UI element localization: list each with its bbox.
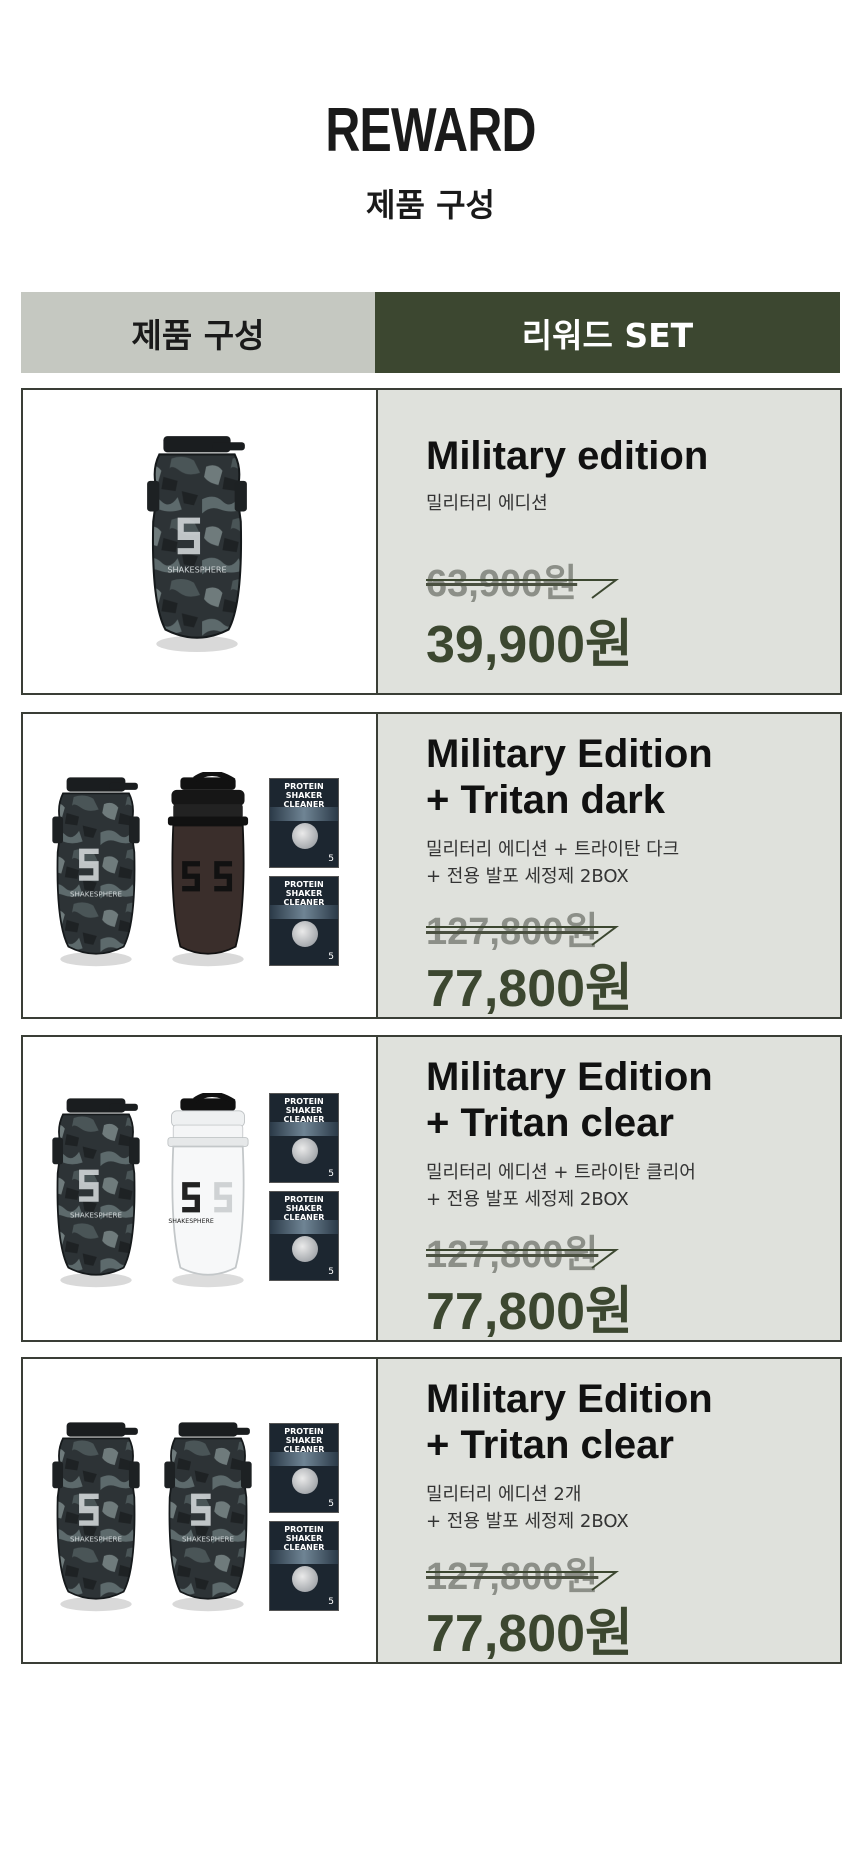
product-description: 밀리터리 에디션 [426, 493, 548, 514]
strike-arrow-icon [426, 579, 619, 599]
product-image-cell: PROTEIN SHAKER CLEANER 5 PROTEIN SHAKER C… [23, 1359, 378, 1662]
cleaner-box-image: PROTEIN SHAKER CLEANER 5 [269, 876, 339, 966]
camo-bottle-image [159, 1417, 257, 1613]
table-header-composition: 제품 구성 [21, 292, 375, 373]
product-image-cell: PROTEIN SHAKER CLEANER 5 PROTEIN SHAKER C… [23, 1037, 378, 1340]
reward-row[interactable]: PROTEIN SHAKER CLEANER 5 PROTEIN SHAKER C… [21, 712, 842, 1019]
product-name-line2: + Tritan clear [426, 1423, 674, 1467]
table-header: 제품 구성 리워드 SET [21, 292, 840, 373]
camo-bottle-image [47, 1417, 145, 1613]
reward-info-cell: Military Edition + Tritan clear 밀리터리 에디션… [378, 1359, 840, 1663]
table-header-reward-set: 리워드 SET [375, 292, 840, 373]
product-description-line2: + 전용 발포 세정제 2BOX [426, 1511, 629, 1532]
product-name-line1: Military Edition [426, 732, 713, 776]
product-description-line2: + 전용 발포 세정제 2BOX [426, 1189, 629, 1210]
reward-row[interactable]: PROTEIN SHAKER CLEANER 5 PROTEIN SHAKER C… [21, 1035, 842, 1342]
reward-title: REWARD [325, 96, 536, 165]
clear-tritan-bottle-image [159, 1093, 257, 1289]
product-name-line2: + Tritan clear [426, 1101, 674, 1145]
product-image-cell: PROTEIN SHAKER CLEANER 5 PROTEIN SHAKER C… [23, 714, 378, 1017]
camo-bottle-image [141, 430, 253, 654]
reward-row[interactable]: Military edition 밀리터리 에디션 63,900원 39,900… [21, 388, 842, 695]
product-name-line1: Military Edition [426, 1377, 713, 1421]
reward-row[interactable]: PROTEIN SHAKER CLEANER 5 PROTEIN SHAKER C… [21, 1357, 842, 1664]
reward-subtitle: 제품 구성 [366, 186, 495, 224]
product-description-line1: 밀리터리 에디션 + 트라이탄 클리어 [426, 1162, 696, 1183]
strike-arrow-icon [426, 1571, 619, 1591]
product-image-cell [23, 390, 378, 693]
cleaner-box-image: PROTEIN SHAKER CLEANER 5 [269, 778, 339, 868]
product-name-line2: + Tritan dark [426, 778, 665, 822]
camo-bottle-image [47, 1093, 145, 1289]
cleaner-box-image: PROTEIN SHAKER CLEANER 5 [269, 1423, 339, 1513]
product-description-line2: + 전용 발포 세정제 2BOX [426, 866, 629, 887]
product-description-line1: 밀리터리 에디션 2개 [426, 1484, 582, 1505]
cleaner-box-image: PROTEIN SHAKER CLEANER 5 [269, 1521, 339, 1611]
product-description-line1: 밀리터리 에디션 + 트라이탄 다크 [426, 839, 680, 860]
product-name: Military edition [426, 434, 709, 478]
reward-info-cell: Military Edition + Tritan clear 밀리터리 에디션… [378, 1037, 840, 1341]
reward-price: 77,800원 [426, 1283, 633, 1341]
reward-price: 77,800원 [426, 960, 633, 1018]
reward-info-cell: Military edition 밀리터리 에디션 63,900원 39,900… [378, 390, 840, 693]
reward-price: 39,900원 [426, 616, 633, 674]
cleaner-box-image: PROTEIN SHAKER CLEANER 5 [269, 1093, 339, 1183]
strike-arrow-icon [426, 1249, 619, 1269]
strike-arrow-icon [426, 926, 619, 946]
dark-tritan-bottle-image [159, 772, 257, 968]
reward-price: 77,800원 [426, 1605, 633, 1663]
camo-bottle-image [47, 772, 145, 968]
product-name-line1: Military Edition [426, 1055, 713, 1099]
reward-info-cell: Military Edition + Tritan dark 밀리터리 에디션 … [378, 714, 840, 1018]
cleaner-box-image: PROTEIN SHAKER CLEANER 5 [269, 1191, 339, 1281]
